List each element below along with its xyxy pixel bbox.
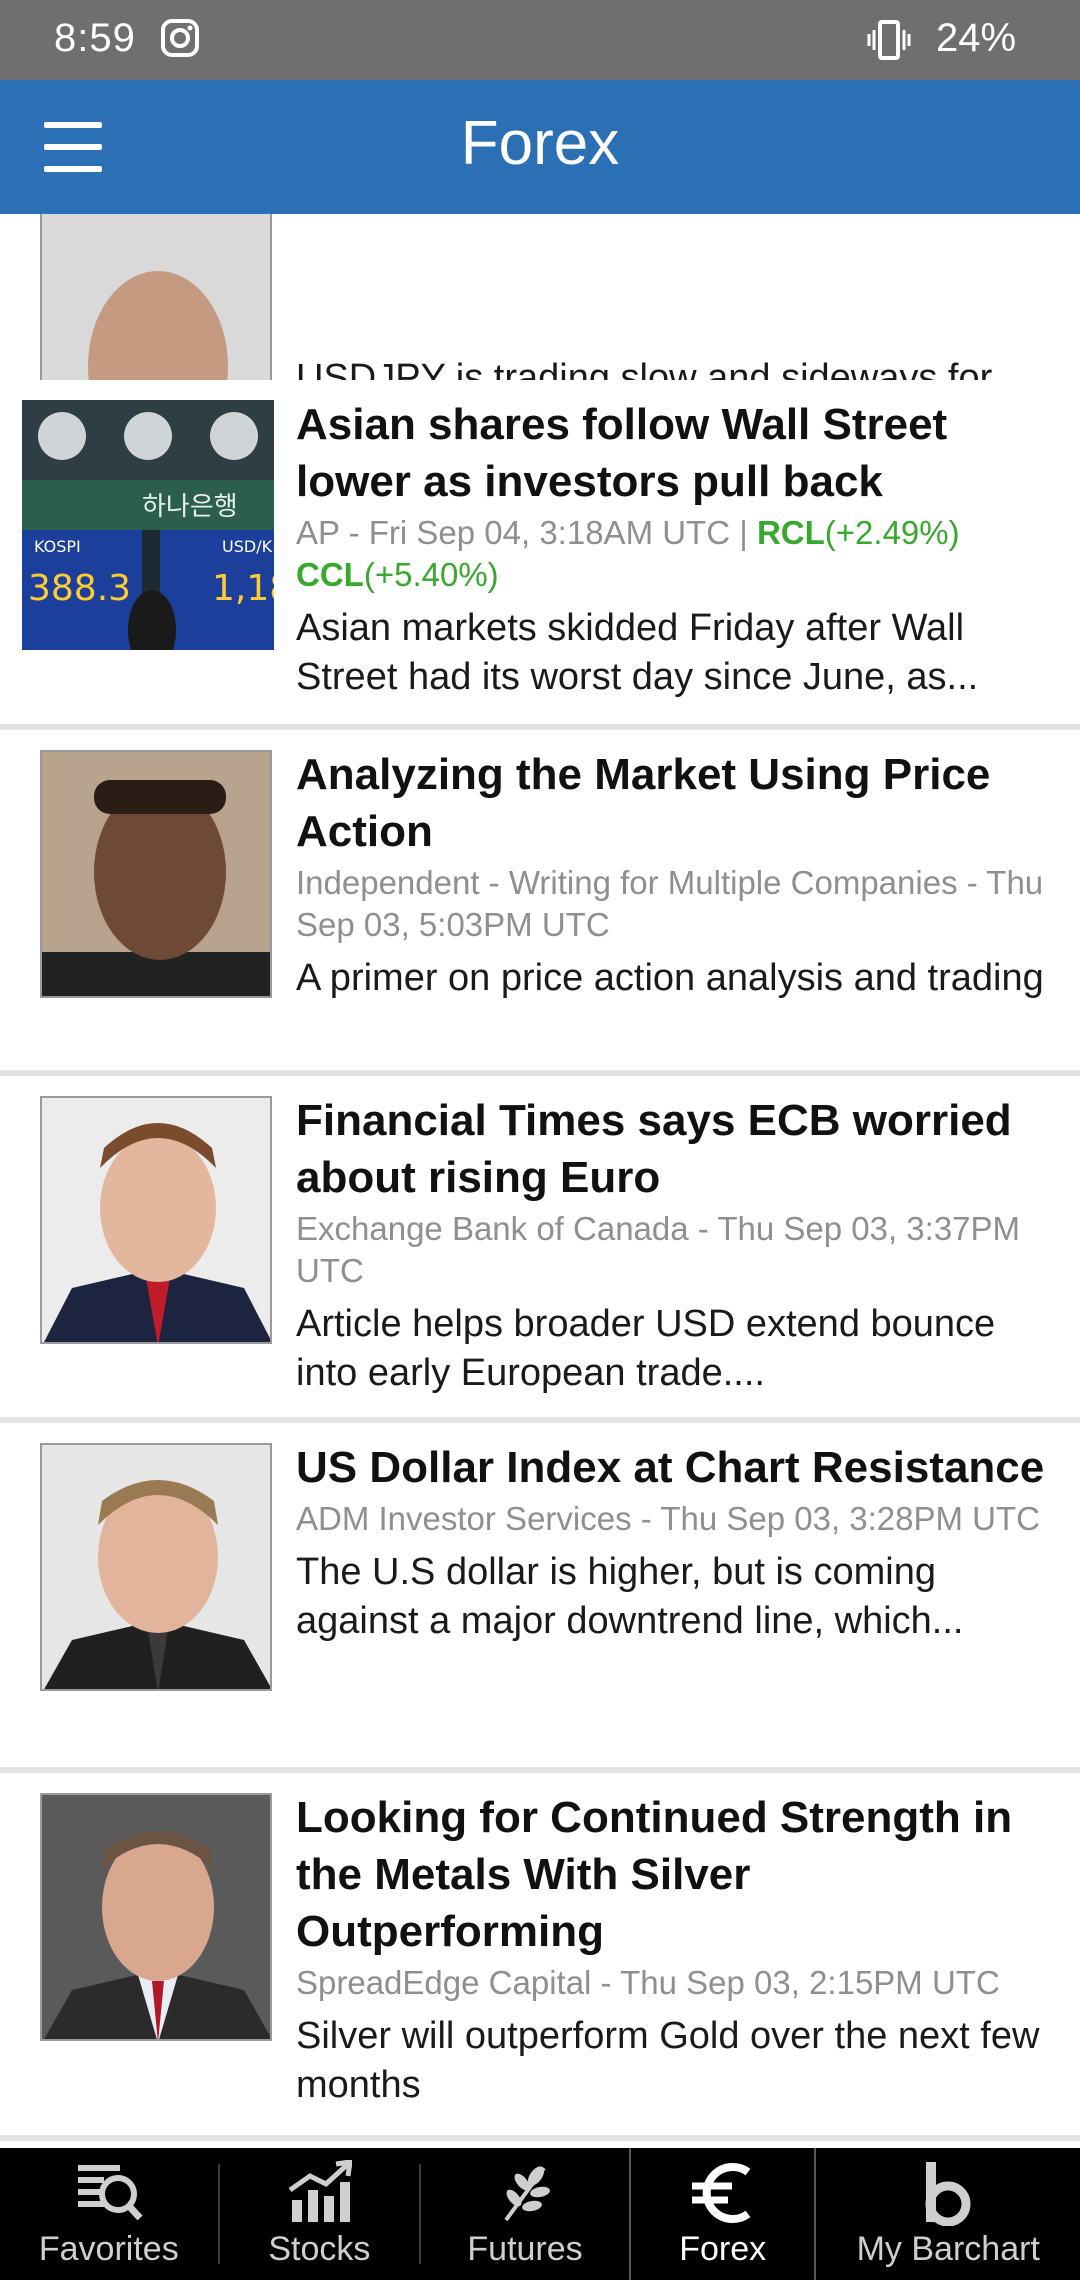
news-summary: Article helps broader USD extend bounce … (296, 1303, 996, 1394)
favorites-search-icon (74, 2160, 144, 2229)
news-source: AP - Fri Sep 04, 3:18AM UTC | (296, 514, 757, 551)
tab-label: Stocks (268, 2230, 371, 2268)
svg-text:KOSPI: KOSPI (34, 537, 81, 556)
news-headline[interactable]: Looking for Continued Strength in the Me… (296, 1789, 1066, 1960)
barchart-b-icon (922, 2160, 974, 2231)
ticker-ccl[interactable]: CCL(+5.40%) (296, 556, 499, 593)
news-summary: A primer on price action analysis and tr… (296, 957, 1044, 999)
svg-text:USD/K: USD/K (222, 537, 273, 556)
news-headline[interactable]: Asian shares follow Wall Street lower as… (296, 396, 1066, 510)
bottom-nav: Favorites Stocks Futures Forex My Barcha… (0, 2148, 1080, 2280)
svg-text:388.3: 388.3 (28, 568, 131, 609)
author-photo (40, 1443, 272, 1691)
tab-label: My Barchart (856, 2230, 1040, 2268)
news-summary: Asian markets skidded Friday after Wall … (296, 607, 979, 698)
news-summary: Silver will outperform Gold over the nex… (296, 2015, 1040, 2106)
news-item[interactable]: Looking for Continued Strength in the Me… (0, 1773, 1080, 2141)
news-item[interactable]: Financial Times says ECB worried about r… (0, 1076, 1080, 1423)
news-feed[interactable]: USDJPY is trading slow and sideways for … (0, 214, 1080, 2148)
vibrate-icon (866, 18, 912, 62)
news-meta: Independent - Writing for Multiple Compa… (296, 864, 1044, 943)
news-meta: SpreadEdge Capital - Thu Sep 03, 2:15PM … (296, 1964, 1000, 2001)
tab-label: Favorites (38, 2230, 179, 2268)
tab-my-barchart[interactable]: My Barchart (816, 2148, 1080, 2280)
tab-stocks[interactable]: Stocks (220, 2148, 420, 2280)
news-meta: Exchange Bank of Canada - Thu Sep 03, 3:… (296, 1210, 1021, 1289)
author-photo (40, 1793, 272, 2041)
status-time: 8:59 (54, 16, 136, 60)
news-summary: The U.S dollar is higher, but is coming … (296, 1551, 964, 1642)
market-board-photo: 하나은행 KOSPI 388.3 USD/K 1,18 (22, 400, 274, 650)
news-meta: ADM Investor Services - Thu Sep 03, 3:28… (296, 1500, 1040, 1537)
author-photo (40, 1096, 272, 1344)
news-meta: AP - Fri Sep 04, 3:18AM UTC | RCL(+2.49%… (296, 512, 1066, 596)
news-headline[interactable]: US Dollar Index at Chart Resistance (296, 1439, 1066, 1496)
news-item[interactable]: US Dollar Index at Chart Resistance ADM … (0, 1423, 1080, 1773)
news-item[interactable]: Analyzing the Market Using Price Action … (0, 730, 1080, 1076)
author-photo (40, 750, 272, 998)
tab-label: Forex (679, 2230, 767, 2268)
tab-favorites[interactable]: Favorites (0, 2148, 218, 2280)
page-title: Forex (460, 109, 620, 178)
app-bar: Forex (0, 80, 1080, 214)
news-headline[interactable]: Analyzing the Market Using Price Action (296, 746, 1066, 860)
tab-futures[interactable]: Futures (421, 2148, 629, 2280)
futures-wheat-icon (492, 2160, 558, 2229)
status-bar: 8:59 24% (0, 0, 1080, 80)
news-item[interactable]: 하나은행 KOSPI 388.3 USD/K 1,18 Asian shares… (0, 380, 1080, 730)
battery-level: 24% (936, 16, 1017, 60)
svg-text:1,18: 1,18 (212, 568, 274, 609)
euro-icon (688, 2160, 758, 2231)
instagram-icon (160, 18, 200, 58)
tab-forex[interactable]: Forex (628, 2148, 817, 2280)
svg-text:하나은행: 하나은행 (142, 492, 238, 522)
ticker-rcl[interactable]: RCL(+2.49%) (757, 514, 960, 551)
stocks-chart-icon (286, 2159, 354, 2229)
tab-label: Futures (467, 2230, 583, 2268)
news-headline[interactable]: Financial Times says ECB worried about r… (296, 1092, 1066, 1206)
